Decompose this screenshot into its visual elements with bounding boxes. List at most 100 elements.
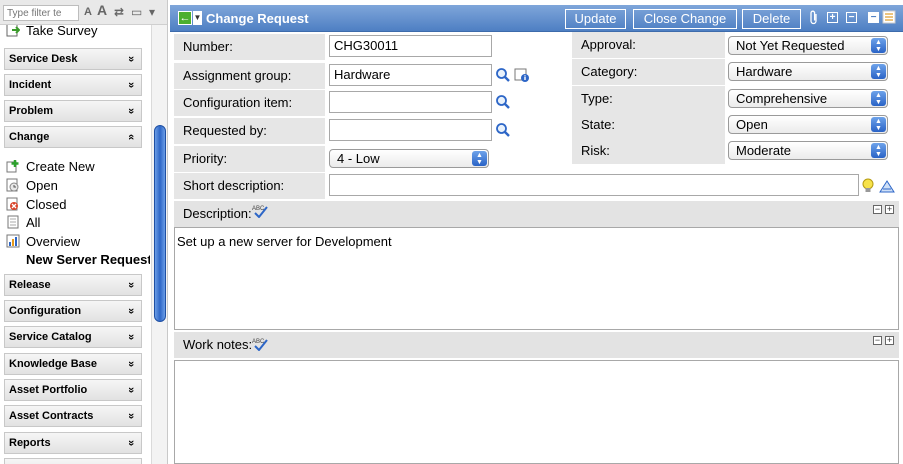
select-arrows-icon: ▲ ▼ bbox=[472, 151, 487, 166]
select-arrows-icon: ▲ ▼ bbox=[871, 143, 886, 158]
refresh-icon[interactable]: ⇄ bbox=[114, 6, 124, 18]
minimize-icon[interactable]: − bbox=[868, 12, 879, 23]
nav-section-label: Reports bbox=[9, 437, 51, 449]
blank-icon bbox=[6, 252, 20, 266]
reference-info-icon[interactable] bbox=[514, 67, 530, 83]
nav-link-all[interactable]: All bbox=[6, 214, 40, 231]
expand-field-icon[interactable]: + bbox=[885, 205, 894, 214]
search-icon[interactable] bbox=[495, 122, 511, 138]
survey-icon bbox=[6, 25, 21, 37]
back-arrow-icon[interactable]: ← bbox=[178, 11, 192, 25]
nav-section-reports[interactable]: Reports » bbox=[4, 432, 142, 454]
short-description-field[interactable] bbox=[329, 174, 859, 196]
lightbulb-icon[interactable] bbox=[861, 177, 875, 195]
nav-link-new-server-request[interactable]: New Server Request bbox=[6, 251, 150, 268]
requested-by-label: Requested by: bbox=[174, 118, 325, 144]
font-decrease-icon[interactable]: A bbox=[84, 6, 92, 18]
select-arrows-icon: ▲ ▼ bbox=[871, 38, 886, 53]
nav-section-label: Incident bbox=[9, 79, 52, 91]
description-textarea[interactable]: Set up a new server for Development bbox=[174, 227, 899, 330]
work-notes-label: Work notes: bbox=[183, 337, 253, 352]
nav-link-label: Open bbox=[26, 178, 58, 193]
short-description-label: Short description: bbox=[174, 173, 325, 199]
search-icon[interactable] bbox=[495, 94, 511, 110]
navigator-toolbar: A A ⇄ ▭ ▾ bbox=[0, 0, 167, 25]
chevron-down-icon: » bbox=[124, 307, 137, 315]
collapse-field-icon[interactable]: − bbox=[873, 205, 882, 214]
spell-check-icon[interactable]: ABC bbox=[252, 204, 270, 219]
font-increase-icon[interactable]: A bbox=[97, 3, 107, 17]
description-section-header: Description: ABC − + bbox=[174, 201, 899, 227]
nav-section-knowledge-base[interactable]: Knowledge Base » bbox=[4, 353, 142, 375]
collapse-all-icon[interactable]: ▭ bbox=[131, 6, 142, 18]
nav-section-problem[interactable]: Problem » bbox=[4, 100, 142, 122]
personalize-form-icon[interactable] bbox=[882, 10, 896, 24]
update-button[interactable]: Update bbox=[565, 9, 626, 29]
navigator-modules: Take Survey Service Desk » Incident » Pr… bbox=[0, 25, 150, 464]
category-label: Category: bbox=[572, 59, 725, 85]
nav-link-open[interactable]: Open bbox=[6, 177, 58, 194]
navigator-scrollbar[interactable] bbox=[151, 25, 167, 464]
nav-section-change[interactable]: Change « bbox=[4, 126, 142, 148]
nav-link-create-new[interactable]: Create New bbox=[6, 158, 95, 175]
collapse-field-icon[interactable]: − bbox=[873, 336, 882, 345]
nav-section-more[interactable] bbox=[4, 458, 142, 464]
search-icon[interactable] bbox=[495, 67, 511, 83]
nav-section-asset-contracts[interactable]: Asset Contracts » bbox=[4, 405, 142, 427]
expand-icon[interactable]: + bbox=[827, 12, 838, 23]
nav-link-label: All bbox=[26, 215, 41, 230]
attachment-icon[interactable] bbox=[808, 10, 820, 26]
number-field[interactable]: CHG30011 bbox=[329, 35, 492, 57]
nav-link-closed[interactable]: Closed bbox=[6, 196, 66, 213]
nav-link-label: Create New bbox=[26, 159, 95, 174]
assignment-group-label: Assignment group: bbox=[174, 63, 325, 89]
nav-section-service-desk[interactable]: Service Desk » bbox=[4, 48, 142, 70]
open-icon bbox=[6, 178, 20, 192]
nav-section-release[interactable]: Release » bbox=[4, 274, 142, 296]
delete-button[interactable]: Delete bbox=[742, 9, 801, 29]
spell-check-icon[interactable]: ABC bbox=[252, 337, 270, 352]
form-title: Change Request bbox=[206, 11, 309, 26]
priority-select[interactable]: 4 - Low ▲ ▼ bbox=[329, 149, 489, 168]
chart-icon bbox=[6, 234, 20, 248]
close-change-button[interactable]: Close Change bbox=[633, 9, 737, 29]
nav-section-incident[interactable]: Incident » bbox=[4, 74, 142, 96]
configuration-item-field[interactable] bbox=[329, 91, 492, 113]
type-select[interactable]: Comprehensive ▲ ▼ bbox=[728, 89, 888, 108]
nav-section-asset-portfolio[interactable]: Asset Portfolio » bbox=[4, 379, 142, 401]
options-menu-icon[interactable]: ▾ bbox=[149, 6, 155, 18]
type-value: Comprehensive bbox=[736, 91, 828, 106]
closed-icon bbox=[6, 197, 20, 211]
state-value: Open bbox=[736, 117, 768, 132]
state-select[interactable]: Open ▲ ▼ bbox=[728, 115, 888, 134]
category-select[interactable]: Hardware ▲ ▼ bbox=[728, 62, 888, 81]
category-value: Hardware bbox=[736, 64, 793, 79]
assignment-group-field[interactable]: Hardware bbox=[329, 64, 492, 86]
knowledge-search-icon[interactable] bbox=[879, 178, 895, 194]
nav-link-take-survey[interactable]: Take Survey bbox=[6, 25, 98, 39]
scrollbar-thumb[interactable] bbox=[154, 125, 166, 322]
requested-by-field[interactable] bbox=[329, 119, 492, 141]
nav-link-overview[interactable]: Overview bbox=[6, 233, 80, 250]
expand-field-icon[interactable]: + bbox=[885, 336, 894, 345]
chevron-down-icon: » bbox=[124, 439, 137, 447]
risk-select[interactable]: Moderate ▲ ▼ bbox=[728, 141, 888, 160]
approval-label: Approval: bbox=[572, 32, 725, 58]
context-menu-icon[interactable]: ▼ bbox=[193, 11, 202, 25]
nav-section-configuration[interactable]: Configuration » bbox=[4, 300, 142, 322]
chevron-down-icon: » bbox=[124, 281, 137, 289]
work-notes-textarea[interactable] bbox=[174, 360, 899, 464]
chevron-down-icon: » bbox=[124, 333, 137, 341]
nav-section-label: Problem bbox=[9, 105, 54, 117]
filter-input[interactable] bbox=[3, 5, 79, 21]
select-arrows-icon: ▲ ▼ bbox=[871, 117, 886, 132]
chevron-down-icon: » bbox=[124, 81, 137, 89]
configuration-item-label: Configuration item: bbox=[174, 90, 325, 116]
change-request-form: ← ▼ Change Request Update Close Change D… bbox=[170, 0, 903, 464]
description-label: Description: bbox=[183, 206, 252, 221]
approval-select[interactable]: Not Yet Requested ▲ ▼ bbox=[728, 36, 888, 55]
nav-section-service-catalog[interactable]: Service Catalog » bbox=[4, 326, 142, 348]
plus-icon bbox=[6, 159, 20, 173]
collapse-icon[interactable]: − bbox=[846, 12, 857, 23]
type-label: Type: bbox=[572, 86, 725, 112]
